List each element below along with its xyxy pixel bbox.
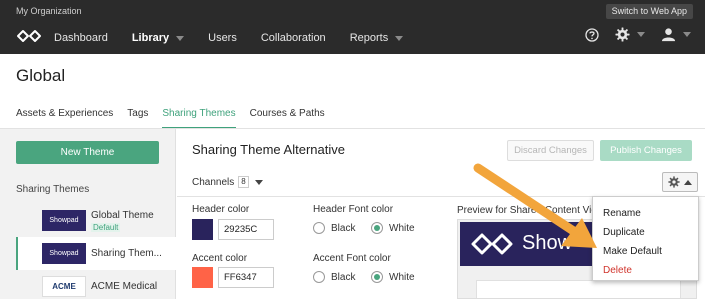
chevron-down-icon	[254, 179, 263, 185]
chevron-down-icon	[683, 32, 691, 37]
accent-font-color-label: Accent Font color	[313, 253, 391, 264]
radio-button-checked	[371, 222, 383, 234]
nav-collaboration[interactable]: Collaboration	[261, 32, 326, 44]
theme-title: Sharing Theme Alternative	[192, 142, 345, 157]
tab-assets-experiences[interactable]: Assets & Experiences	[16, 108, 113, 129]
settings-menu-button[interactable]	[615, 27, 645, 42]
chevron-down-icon	[637, 32, 645, 37]
chevron-down-icon	[395, 35, 404, 41]
preview-label: Preview for Shared Content View	[457, 205, 605, 216]
theme-thumbnail: Showpad	[42, 210, 86, 231]
channels-dropdown[interactable]: Channels 8	[192, 176, 263, 188]
gear-icon	[668, 176, 680, 188]
theme-name: Sharing Them...	[91, 248, 162, 259]
top-icons	[569, 27, 691, 42]
channels-label: Channels	[192, 176, 235, 188]
theme-name: Global Theme	[91, 210, 154, 221]
theme-actions-menu: Rename Duplicate Make Default Delete	[592, 196, 699, 281]
nav-users[interactable]: Users	[208, 32, 237, 44]
main-nav: Dashboard Library Users Collaboration Re…	[54, 32, 427, 44]
menu-item-make-default[interactable]: Make Default	[593, 242, 698, 261]
accent-font-white-radio[interactable]: White	[371, 271, 415, 283]
accent-color-input[interactable]: FF6347	[218, 267, 274, 288]
header-font-black-radio[interactable]: Black	[313, 222, 355, 234]
user-menu-button[interactable]	[661, 27, 691, 42]
nav-library[interactable]: Library	[132, 32, 185, 44]
preview-content-card	[476, 280, 681, 298]
header-font-color-label: Header Font color	[313, 204, 394, 215]
user-icon	[661, 28, 676, 42]
top-bar: My Organization Switch to Web App Dashbo…	[0, 0, 705, 54]
header-color-swatch[interactable]	[192, 219, 213, 240]
themes-sidebar: New Theme Sharing Themes Showpad Global …	[0, 129, 176, 299]
discard-changes-button[interactable]: Discard Changes	[507, 140, 594, 161]
tab-courses-paths[interactable]: Courses & Paths	[250, 108, 325, 129]
radio-button	[313, 271, 325, 283]
publish-changes-button[interactable]: Publish Changes	[600, 140, 692, 161]
theme-item-global[interactable]: Showpad Global Theme Default	[16, 204, 176, 237]
theme-name: ACME Medical	[91, 281, 158, 292]
new-theme-button[interactable]: New Theme	[16, 141, 159, 164]
menu-item-duplicate[interactable]: Duplicate	[593, 223, 698, 242]
sidebar-heading: Sharing Themes	[16, 184, 90, 195]
theme-actions-button[interactable]	[662, 172, 698, 192]
accent-color-swatch[interactable]	[192, 267, 213, 288]
radio-button	[313, 222, 325, 234]
chevron-up-icon	[684, 179, 692, 185]
nav-reports[interactable]: Reports	[350, 32, 404, 44]
chevron-down-icon	[176, 35, 185, 41]
theme-item-acme[interactable]: ACME ACME Medical	[16, 270, 176, 299]
tab-sharing-themes[interactable]: Sharing Themes	[162, 108, 236, 129]
header-color-input[interactable]: 29235C	[218, 219, 274, 240]
theme-item-alternative[interactable]: Showpad Sharing Them...	[16, 237, 176, 270]
menu-item-rename[interactable]: Rename	[593, 204, 698, 223]
default-badge: Default	[91, 223, 121, 232]
organization-name: My Organization	[16, 6, 82, 16]
menu-item-delete[interactable]: Delete	[593, 261, 698, 280]
accent-color-label: Accent color	[192, 253, 248, 264]
preview-brand-text: Show	[522, 232, 573, 254]
section-tabs: Assets & Experiences Tags Sharing Themes…	[16, 108, 339, 129]
switch-to-web-app-button[interactable]: Switch to Web App	[605, 4, 693, 19]
page-title: Global	[16, 66, 66, 85]
radio-button-checked	[371, 271, 383, 283]
header-color-label: Header color	[192, 204, 250, 215]
theme-thumbnail: Showpad	[42, 243, 86, 264]
showpad-logo-icon	[471, 233, 513, 255]
tab-tags[interactable]: Tags	[127, 108, 148, 129]
nav-dashboard[interactable]: Dashboard	[54, 32, 108, 44]
help-button[interactable]	[585, 27, 599, 42]
header-font-white-radio[interactable]: White	[371, 222, 415, 234]
gear-icon	[615, 27, 630, 42]
help-icon	[585, 27, 599, 42]
accent-font-black-radio[interactable]: Black	[313, 271, 355, 283]
showpad-logo-icon[interactable]	[16, 29, 42, 43]
theme-thumbnail: ACME	[42, 276, 86, 297]
channels-count-badge: 8	[238, 176, 249, 188]
